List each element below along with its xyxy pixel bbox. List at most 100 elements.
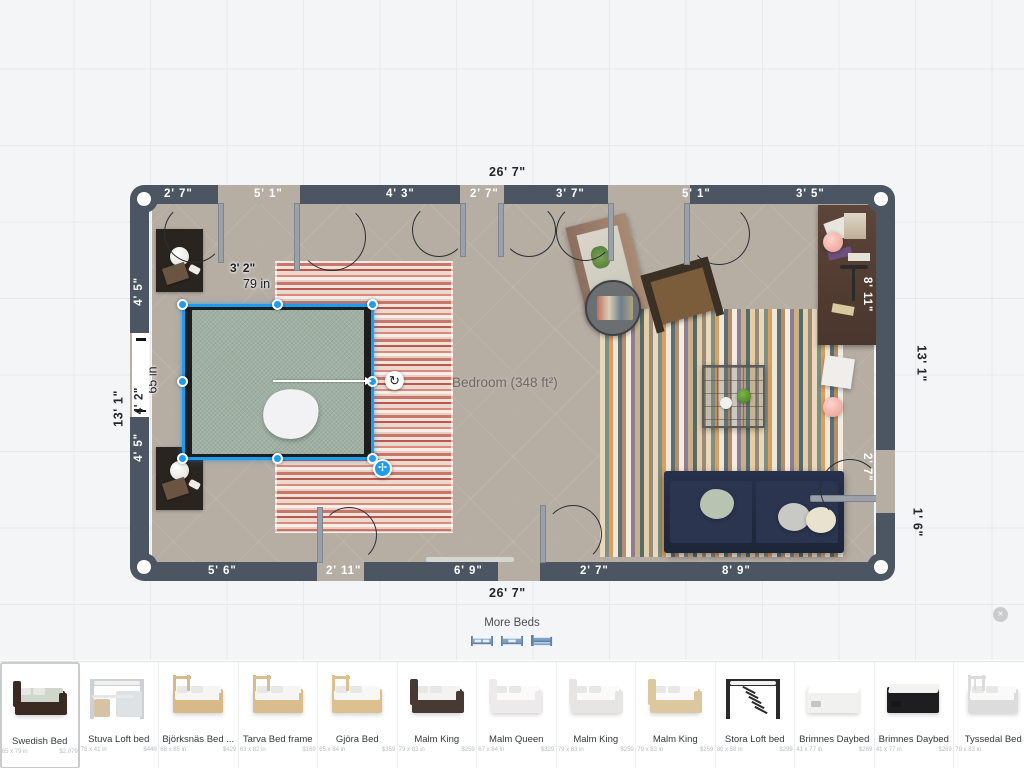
- product-card[interactable]: Brimnes Daybed 41 x 77 in $269: [795, 662, 875, 768]
- product-meta: 67 x 84 in $329: [478, 747, 554, 753]
- dim-left-window[interactable]: 4' 2": [134, 387, 146, 414]
- close-icon[interactable]: ×: [993, 607, 1008, 622]
- dim-top-1[interactable]: 2' 7": [164, 185, 193, 204]
- footboard: [694, 691, 703, 713]
- wall-opening-top-3: [608, 185, 690, 204]
- corner-node-ne[interactable]: [867, 185, 895, 213]
- dim-top-7[interactable]: 3' 5": [796, 185, 825, 204]
- daybed-icon[interactable]: [531, 634, 553, 648]
- floor-lamp-top[interactable]: [823, 232, 843, 252]
- desk[interactable]: [818, 205, 876, 345]
- more-beds-icons: [471, 634, 553, 648]
- product-card[interactable]: Malm King 79 x 83 in $259: [557, 662, 636, 768]
- small-object: [188, 478, 201, 491]
- dim-bottom-4[interactable]: 2' 7": [580, 562, 609, 581]
- resize-handle-sw[interactable]: [177, 453, 188, 464]
- resize-handle-s[interactable]: [272, 453, 283, 464]
- footboard-post: [219, 693, 223, 711]
- dim-top-6[interactable]: 5' 1": [682, 185, 711, 204]
- dim-top-4[interactable]: 2' 7": [470, 185, 499, 204]
- product-card[interactable]: Gjöra Bed 65 x 84 in $359: [318, 662, 398, 768]
- dim-right-1[interactable]: 8' 11": [857, 277, 876, 312]
- corner-node-nw[interactable]: [130, 185, 158, 213]
- product-dimensions: 65 x 84 in: [319, 747, 346, 753]
- double-bed-icon[interactable]: [471, 634, 493, 648]
- product-card[interactable]: Tarva Bed frame 63 x 82 in $169: [239, 662, 318, 768]
- dim-bottom-3[interactable]: 6' 9": [454, 562, 483, 581]
- product-card[interactable]: Swedish Bed 65 x 79 in $2,079: [0, 662, 80, 768]
- overall-dim-bottom[interactable]: 26' 7": [489, 586, 526, 600]
- corner-node-se[interactable]: [867, 553, 895, 581]
- rotate-icon[interactable]: ↻: [385, 371, 404, 390]
- daybed-drawer: [811, 701, 822, 707]
- dim-bottom-5[interactable]: 8' 9": [722, 562, 751, 581]
- dim-top-5[interactable]: 3' 7": [556, 185, 585, 204]
- plan-canvas[interactable]: ↻ ✢ 79 in 65 in Bedroom (348 ft²) 2' 7" …: [0, 0, 1024, 660]
- single-bed-icon[interactable]: [501, 634, 523, 648]
- product-dimensions: 68 x 85 in: [160, 747, 187, 753]
- product-dimensions: 63 x 82 in: [239, 747, 266, 753]
- product-meta: 79 x 83 in $259: [558, 747, 634, 753]
- product-card[interactable]: Malm King 79 x 83 in $259: [636, 662, 716, 768]
- product-price: $269: [938, 747, 952, 753]
- product-card[interactable]: Stora Loft bed 80 x 58 in $299: [716, 662, 795, 768]
- product-card[interactable]: Tyssedal Bed 79 x 83 in$6: [954, 662, 1024, 768]
- product-card[interactable]: Stuva Loft bed 78 x 41 in $449: [80, 662, 159, 768]
- product-thumbnail: [400, 666, 473, 732]
- dim-left-1[interactable]: 4' 5": [130, 277, 149, 306]
- bed-pillow-right: [509, 686, 522, 693]
- footboard: [58, 693, 67, 715]
- overall-dim-left[interactable]: 13' 1": [111, 390, 125, 427]
- loft-desk: [91, 695, 134, 698]
- overall-dim-right-lower[interactable]: 1' 6": [911, 508, 925, 537]
- product-meta: 80 x 58 in $299: [717, 747, 793, 753]
- move-icon[interactable]: ✢: [373, 459, 392, 478]
- floor-lamp-bottom[interactable]: [823, 397, 843, 417]
- resize-handle-ne[interactable]: [367, 299, 378, 310]
- dim-top-2[interactable]: 5' 1": [254, 185, 283, 204]
- product-card[interactable]: Malm Queen 67 x 84 in $329: [477, 662, 557, 768]
- dim-right-2[interactable]: 2' 7": [857, 453, 876, 482]
- door-swing-7: [321, 507, 377, 563]
- overall-dim-right[interactable]: 13' 1": [914, 345, 928, 382]
- product-name: Malm King: [573, 734, 619, 745]
- product-dimensions: 41 x 77 in: [875, 747, 902, 753]
- headboard: [489, 679, 498, 705]
- small-object: [188, 263, 201, 276]
- corner-node-sw[interactable]: [130, 553, 158, 581]
- resize-handle-n[interactable]: [272, 299, 283, 310]
- dim-left-3[interactable]: 4' 5": [130, 433, 149, 462]
- product-meta: 63 x 82 in $169: [240, 747, 316, 753]
- selected-bed[interactable]: ↻ ✢ 79 in 65 in: [146, 277, 404, 478]
- headboard-rail: [332, 676, 351, 679]
- more-beds-label: More Beds: [484, 617, 540, 629]
- sofa[interactable]: [664, 471, 844, 553]
- round-side-table[interactable]: [585, 280, 641, 336]
- dim-bottom-1[interactable]: 5' 6": [208, 562, 237, 581]
- overall-dim-top[interactable]: 26' 7": [489, 165, 526, 179]
- white-side-table[interactable]: [821, 355, 855, 389]
- bed-pillow-right: [270, 686, 283, 693]
- product-price: $259: [461, 747, 475, 753]
- coffee-table[interactable]: [702, 365, 765, 428]
- product-name: Stora Loft bed: [724, 734, 785, 745]
- magazines: [597, 296, 633, 320]
- product-card[interactable]: Brimnes Daybed 41 x 77 in $269: [875, 662, 954, 768]
- product-price: $2,079: [59, 749, 78, 755]
- resize-handle-nw[interactable]: [177, 299, 188, 310]
- product-thumbnail: [798, 666, 871, 732]
- product-name: Stuva Loft bed: [88, 734, 150, 745]
- resize-handle-w[interactable]: [177, 376, 188, 387]
- dim-bottom-2[interactable]: 2' 11": [326, 562, 361, 581]
- product-name: Brimnes Daybed: [878, 734, 949, 745]
- floor-plan[interactable]: ↻ ✢ 79 in 65 in Bedroom (348 ft²) 2' 7" …: [130, 185, 895, 581]
- bed-pillow-right: [191, 686, 204, 693]
- product-catalog[interactable]: Swedish Bed 65 x 79 in $2,079 Stuva Loft be…: [0, 661, 1024, 768]
- product-card[interactable]: Malm King 79 x 83 in $259: [398, 662, 477, 768]
- room-label: Bedroom (348 ft²): [452, 375, 558, 390]
- product-card[interactable]: Björksnäs Bed ... 68 x 85 in $429: [159, 662, 239, 768]
- headboard-rail: [173, 676, 192, 679]
- dim-top-3[interactable]: 4' 3": [386, 185, 415, 204]
- product-dimensions: 80 x 58 in: [716, 747, 743, 753]
- product-thumbnail: [321, 666, 394, 732]
